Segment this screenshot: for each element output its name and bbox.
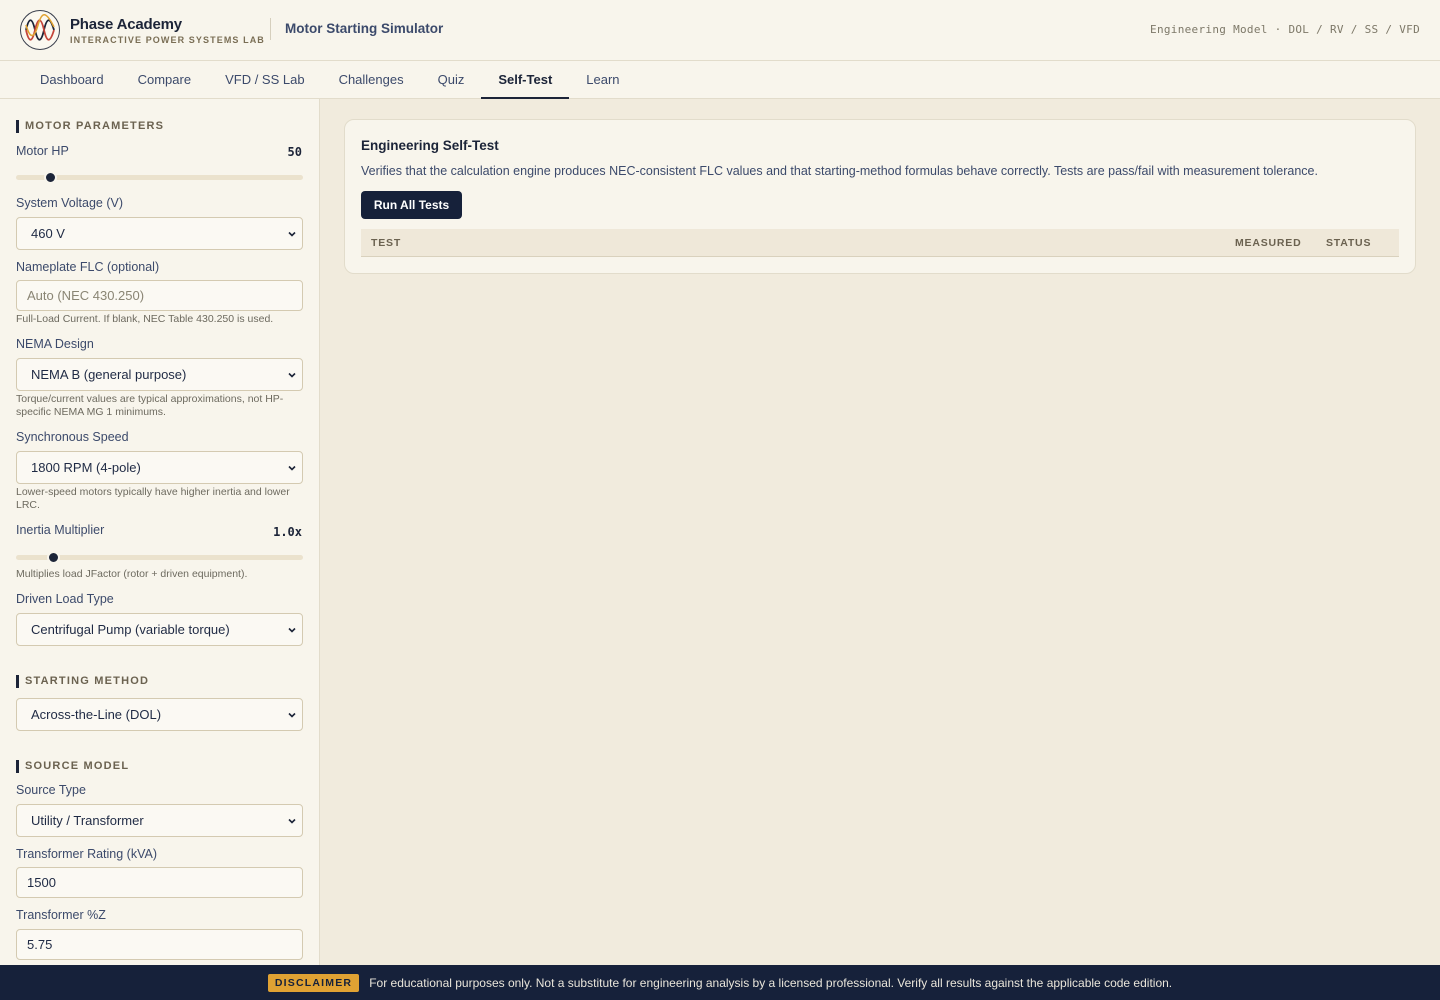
motor-hp-slider[interactable]	[16, 171, 303, 184]
motor-hp-slider-thumb[interactable]	[44, 171, 58, 184]
chevron-down-icon	[288, 818, 296, 824]
disclaimer-bar: DISCLAIMER For educational purposes only…	[0, 965, 1440, 1000]
starting-method-selected: Across-the-Line (DOL)	[31, 707, 162, 722]
engineering-model-meta: Engineering Model · DOL / RV / SS / VFD	[1150, 23, 1420, 36]
transformer-z-label: Transformer %Z	[16, 908, 106, 922]
self-test-description: Verifies that the calculation engine pro…	[361, 164, 1318, 178]
transformer-kva-input[interactable]: 1500	[16, 867, 303, 898]
sync-speed-hint: Lower-speed motors typically have higher…	[16, 486, 290, 511]
load-type-selected: Centrifugal Pump (variable torque)	[31, 622, 230, 637]
tab-self-test[interactable]: Self-Test	[481, 61, 570, 99]
results-table-header: TEST MEASURED STATUS	[361, 229, 1399, 257]
sync-speed-label: Synchronous Speed	[16, 430, 129, 444]
tab-compare[interactable]: Compare	[121, 61, 208, 98]
tab-challenges[interactable]: Challenges	[322, 61, 421, 98]
transformer-z-input[interactable]: 5.75	[16, 929, 303, 960]
nameplate-flc-label: Nameplate FLC (optional)	[16, 260, 160, 274]
source-type-label: Source Type	[16, 783, 86, 797]
system-voltage-label: System Voltage (V)	[16, 196, 123, 210]
starting-method-heading: STARTING METHOD	[16, 675, 149, 688]
app-title: Motor Starting Simulator	[285, 21, 444, 36]
chevron-down-icon	[288, 231, 296, 237]
column-test: TEST	[371, 237, 402, 249]
motor-hp-value: 50	[287, 145, 302, 159]
starting-method-select[interactable]: Across-the-Line (DOL)	[16, 698, 303, 731]
source-model-heading: SOURCE MODEL	[16, 760, 129, 773]
inertia-value: 1.0x	[273, 525, 302, 539]
source-type-selected: Utility / Transformer	[31, 813, 144, 828]
brand-subtitle: INTERACTIVE POWER SYSTEMS LAB	[70, 35, 265, 45]
app-header: Phase Academy INTERACTIVE POWER SYSTEMS …	[0, 0, 1440, 61]
nema-design-hint: Torque/current values are typical approx…	[16, 393, 284, 418]
system-voltage-selected: 460 V	[31, 226, 65, 241]
header-divider	[270, 18, 271, 40]
source-type-select[interactable]: Utility / Transformer	[16, 804, 303, 837]
transformer-kva-label: Transformer Rating (kVA)	[16, 847, 158, 861]
chevron-down-icon	[288, 465, 296, 471]
nameplate-flc-input[interactable]: Auto (NEC 430.250)	[16, 280, 303, 311]
load-type-label: Driven Load Type	[16, 592, 114, 606]
nameplate-flc-hint: Full-Load Current. If blank, NEC Table 4…	[16, 313, 274, 325]
sync-speed-select[interactable]: 1800 RPM (4-pole)	[16, 451, 303, 484]
chevron-down-icon	[288, 627, 296, 633]
inertia-slider[interactable]	[16, 551, 303, 564]
inertia-slider-thumb[interactable]	[47, 551, 61, 564]
motor-parameters-heading: MOTOR PARAMETERS	[16, 120, 164, 133]
disclaimer-text: For educational purposes only. Not a sub…	[369, 975, 1173, 990]
motor-hp-label: Motor HP	[16, 144, 69, 158]
nema-design-selected: NEMA B (general purpose)	[31, 367, 187, 382]
nema-design-select[interactable]: NEMA B (general purpose)	[16, 358, 303, 391]
self-test-title: Engineering Self-Test	[361, 138, 499, 153]
column-measured: MEASURED	[1235, 237, 1302, 249]
inertia-hint: Multiplies load JFactor (rotor + driven …	[16, 568, 248, 580]
main-tabs: Dashboard Compare VFD / SS Lab Challenge…	[0, 61, 1440, 99]
tab-vfd-ss-lab[interactable]: VFD / SS Lab	[208, 61, 321, 98]
inertia-label: Inertia Multiplier	[16, 523, 105, 537]
parameters-sidebar: MOTOR PARAMETERS Motor HP 50 System Volt…	[0, 99, 320, 965]
chevron-down-icon	[288, 372, 296, 378]
disclaimer-badge: DISCLAIMER	[267, 973, 360, 992]
run-all-tests-button[interactable]: Run All Tests	[361, 191, 462, 219]
brand-name: Phase Academy	[70, 16, 182, 33]
tab-learn[interactable]: Learn	[569, 61, 636, 98]
system-voltage-select[interactable]: 460 V	[16, 217, 303, 250]
sync-speed-selected: 1800 RPM (4-pole)	[31, 460, 141, 475]
load-type-select[interactable]: Centrifugal Pump (variable torque)	[16, 613, 303, 646]
chevron-down-icon	[288, 712, 296, 718]
tab-quiz[interactable]: Quiz	[421, 61, 482, 98]
column-status: STATUS	[1326, 237, 1372, 249]
brand: Phase Academy INTERACTIVE POWER SYSTEMS …	[70, 16, 265, 46]
phase-academy-logo-icon[interactable]	[20, 10, 60, 50]
nema-design-label: NEMA Design	[16, 337, 94, 351]
tab-dashboard[interactable]: Dashboard	[23, 61, 121, 98]
self-test-card: Engineering Self-Test Verifies that the …	[344, 119, 1416, 274]
